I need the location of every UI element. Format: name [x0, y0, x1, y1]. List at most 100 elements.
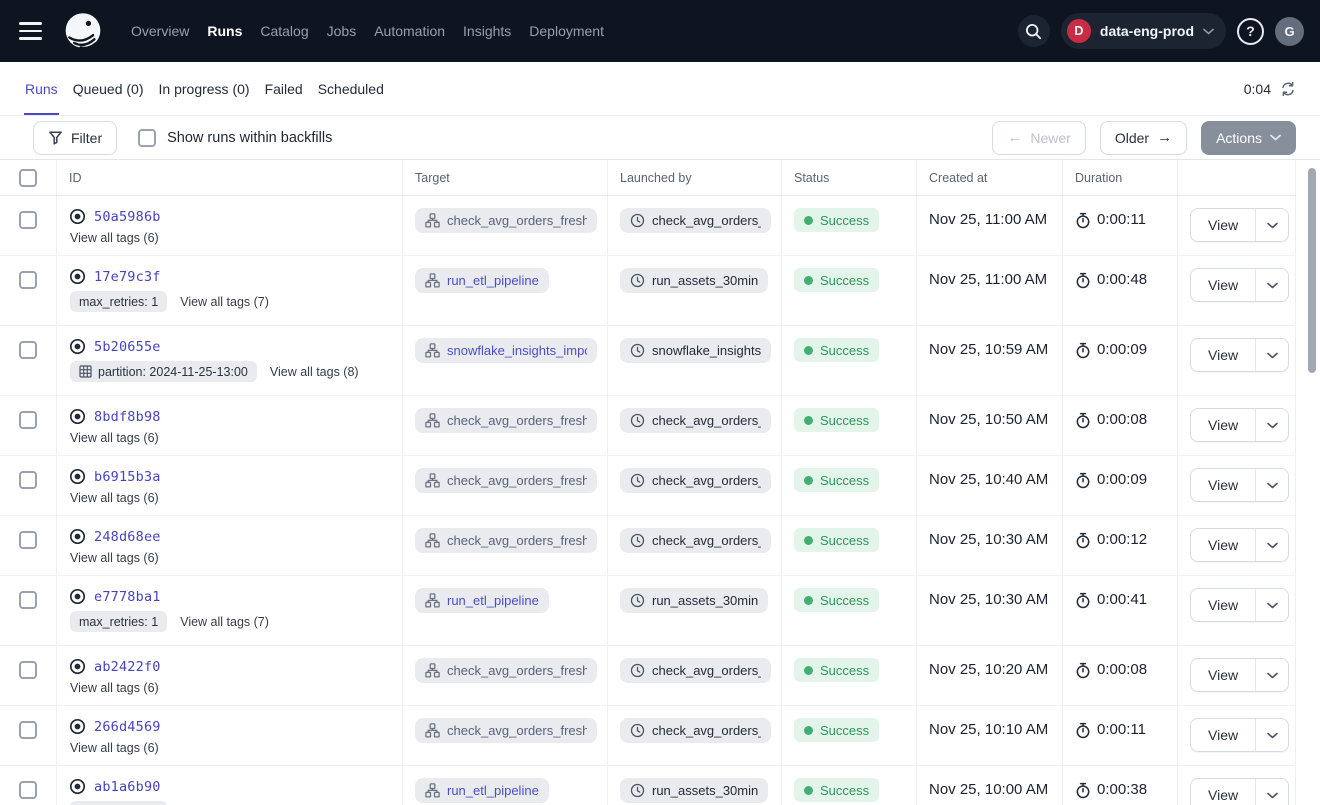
- run-id-link[interactable]: e7778ba1: [94, 589, 161, 605]
- launched-by-pill[interactable]: check_avg_orders_f…: [620, 208, 771, 233]
- view-all-tags-link[interactable]: View all tags (6): [70, 741, 159, 755]
- run-id-link[interactable]: 8bdf8b98: [94, 409, 161, 425]
- view-dropdown-button[interactable]: [1255, 779, 1288, 805]
- view-all-tags-link[interactable]: View all tags (6): [70, 551, 159, 565]
- backfills-label[interactable]: Show runs within backfills: [167, 130, 332, 146]
- row-checkbox[interactable]: [19, 341, 37, 359]
- row-checkbox[interactable]: [19, 591, 37, 609]
- launched-by-pill[interactable]: check_avg_orders_f…: [620, 408, 771, 433]
- launched-by-label: check_avg_orders_f…: [652, 663, 761, 678]
- view-all-tags-link[interactable]: View all tags (7): [180, 295, 269, 309]
- view-button[interactable]: View: [1191, 209, 1255, 241]
- target-pill[interactable]: check_avg_orders_freshne: [415, 718, 597, 743]
- nav-item-overview[interactable]: Overview: [124, 17, 196, 45]
- tab-runs[interactable]: Runs: [24, 62, 59, 115]
- target-pill[interactable]: check_avg_orders_freshne: [415, 208, 597, 233]
- nav-item-deployment[interactable]: Deployment: [522, 17, 611, 45]
- view-button[interactable]: View: [1191, 339, 1255, 371]
- view-dropdown-button[interactable]: [1255, 589, 1288, 621]
- target-pill[interactable]: run_etl_pipeline: [415, 588, 549, 613]
- view-button[interactable]: View: [1191, 719, 1255, 751]
- view-button[interactable]: View: [1191, 269, 1255, 301]
- launched-by-pill[interactable]: run_assets_30min: [620, 588, 768, 613]
- scrollbar-thumb[interactable]: [1308, 168, 1316, 373]
- launched-by-pill[interactable]: run_assets_30min: [620, 268, 768, 293]
- run-id-link[interactable]: 50a5986b: [94, 209, 161, 225]
- dagster-logo[interactable]: [64, 12, 102, 50]
- target-pill-label: check_avg_orders_freshne: [447, 213, 587, 228]
- view-button[interactable]: View: [1191, 589, 1255, 621]
- view-button[interactable]: View: [1191, 779, 1255, 805]
- view-dropdown-button[interactable]: [1255, 469, 1288, 501]
- view-dropdown-button[interactable]: [1255, 409, 1288, 441]
- run-id-link[interactable]: ab2422f0: [94, 659, 161, 675]
- nav-item-runs[interactable]: Runs: [200, 17, 249, 45]
- view-all-tags-link[interactable]: View all tags (8): [270, 365, 359, 379]
- launched-by-pill[interactable]: check_avg_orders_f…: [620, 468, 771, 493]
- tab-failed[interactable]: Failed: [264, 62, 304, 115]
- view-button[interactable]: View: [1191, 469, 1255, 501]
- nav-item-catalog[interactable]: Catalog: [253, 17, 315, 45]
- row-checkbox[interactable]: [19, 781, 37, 799]
- tab-scheduled[interactable]: Scheduled: [317, 62, 385, 115]
- launched-by-pill[interactable]: check_avg_orders_f…: [620, 528, 771, 553]
- run-id-link[interactable]: 266d4569: [94, 719, 161, 735]
- target-pill[interactable]: run_etl_pipeline: [415, 268, 549, 293]
- launched-by-pill[interactable]: snowflake_insights_…: [620, 338, 771, 363]
- launched-by-pill[interactable]: check_avg_orders_f…: [620, 658, 771, 683]
- row-checkbox[interactable]: [19, 661, 37, 679]
- view-all-tags-link[interactable]: View all tags (6): [70, 491, 159, 505]
- row-checkbox[interactable]: [19, 721, 37, 739]
- launched-by-pill[interactable]: check_avg_orders_f…: [620, 718, 771, 743]
- target-pill[interactable]: check_avg_orders_freshne: [415, 408, 597, 433]
- target-pill[interactable]: check_avg_orders_freshne: [415, 468, 597, 493]
- target-pill[interactable]: run_etl_pipeline: [415, 778, 549, 803]
- view-dropdown-button[interactable]: [1255, 659, 1288, 691]
- actions-button[interactable]: Actions: [1201, 121, 1296, 155]
- row-checkbox[interactable]: [19, 211, 37, 229]
- launched-by-pill[interactable]: run_assets_30min: [620, 778, 768, 803]
- col-header-status: Status: [782, 160, 917, 195]
- run-id-link[interactable]: b6915b3a: [94, 469, 161, 485]
- hamburger-menu-icon[interactable]: [16, 11, 56, 51]
- nav-item-automation[interactable]: Automation: [367, 17, 452, 45]
- target-pill[interactable]: check_avg_orders_freshne: [415, 528, 597, 553]
- older-button[interactable]: Older →: [1100, 121, 1187, 155]
- view-dropdown-button[interactable]: [1255, 269, 1288, 301]
- newer-button[interactable]: ← Newer: [992, 121, 1085, 155]
- refresh-icon[interactable]: [1280, 81, 1296, 97]
- run-id-link[interactable]: 5b20655e: [94, 339, 161, 355]
- view-all-tags-link[interactable]: View all tags (7): [180, 615, 269, 629]
- search-icon[interactable]: [1018, 15, 1050, 47]
- nav-item-insights[interactable]: Insights: [456, 17, 518, 45]
- view-all-tags-link[interactable]: View all tags (6): [70, 231, 159, 245]
- org-switcher[interactable]: D data-eng-prod: [1061, 13, 1226, 49]
- target-pill[interactable]: check_avg_orders_freshne: [415, 658, 597, 683]
- select-all-checkbox[interactable]: [19, 169, 37, 187]
- avatar[interactable]: G: [1275, 17, 1304, 46]
- run-id-link[interactable]: ab1a6b90: [94, 779, 161, 795]
- run-id-link[interactable]: 248d68ee: [94, 529, 161, 545]
- view-dropdown-button[interactable]: [1255, 339, 1288, 371]
- run-id-link[interactable]: 17e79c3f: [94, 269, 161, 285]
- target-pill[interactable]: snowflake_insights_import: [415, 338, 597, 363]
- backfills-checkbox[interactable]: [138, 129, 156, 147]
- view-button[interactable]: View: [1191, 659, 1255, 691]
- view-dropdown-button[interactable]: [1255, 529, 1288, 561]
- view-cell: View: [1178, 516, 1296, 575]
- view-dropdown-button[interactable]: [1255, 719, 1288, 751]
- row-checkbox[interactable]: [19, 531, 37, 549]
- tab-queued-0[interactable]: Queued (0): [72, 62, 145, 115]
- view-button[interactable]: View: [1191, 529, 1255, 561]
- view-all-tags-link[interactable]: View all tags (6): [70, 681, 159, 695]
- view-dropdown-button[interactable]: [1255, 209, 1288, 241]
- row-checkbox[interactable]: [19, 411, 37, 429]
- tab-in-progress-0[interactable]: In progress (0): [158, 62, 251, 115]
- nav-item-jobs[interactable]: Jobs: [320, 17, 364, 45]
- view-button[interactable]: View: [1191, 409, 1255, 441]
- row-checkbox[interactable]: [19, 271, 37, 289]
- help-icon[interactable]: ?: [1237, 18, 1264, 45]
- filter-button[interactable]: Filter: [33, 121, 117, 155]
- view-all-tags-link[interactable]: View all tags (6): [70, 431, 159, 445]
- row-checkbox[interactable]: [19, 471, 37, 489]
